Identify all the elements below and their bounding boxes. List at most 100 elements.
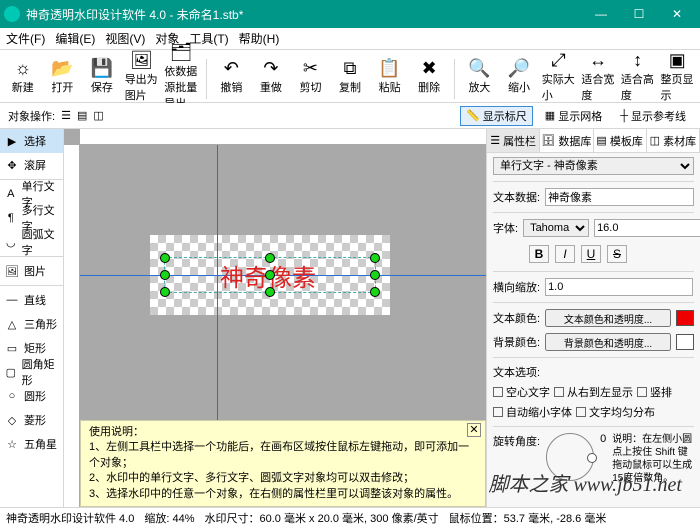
font-select[interactable]: Tahoma	[523, 219, 589, 237]
status-app: 神奇透明水印设计软件 4.0	[6, 510, 134, 526]
toggle-ruler[interactable]: 📏显示标尺	[460, 106, 533, 126]
object-ops-label: 对象操作:	[8, 108, 55, 124]
font-size-input[interactable]	[594, 219, 700, 237]
chk-evenspace[interactable]: 文字均匀分布	[576, 404, 655, 420]
tool-arc-text[interactable]: ◡圆弧文字	[0, 230, 63, 254]
handle-e[interactable]	[370, 270, 380, 280]
toolbar-依数据源批量导出[interactable]: 🗂依数据源批量导出	[164, 53, 198, 99]
toolbar-放大[interactable]: 🔍放大	[463, 53, 497, 99]
menu-file[interactable]: 文件(F)	[6, 30, 45, 47]
status-mouse: 鼠标位置：53.7 毫米, -28.6 毫米	[449, 510, 607, 526]
tool-image[interactable]: 🖼图片	[0, 259, 63, 283]
hint-line: 2、水印中的单行文字、多行文字、圆弧文字对象均可以双击修改；	[89, 471, 477, 486]
minimize-button[interactable]: —	[582, 0, 620, 28]
status-size: 水印尺寸：60.0 毫米 x 20.0 毫米, 300 像素/英寸	[205, 510, 439, 526]
panel-tabs: ☰属性栏 🗄数据库 ▤模板库 ◫素材库	[487, 129, 700, 153]
vertical-ruler	[64, 145, 80, 507]
text-color-button[interactable]: 文本颜色和透明度...	[545, 309, 671, 327]
option-bar: 对象操作: ☰ ▤ ◫ 📏显示标尺 ▦显示网格 ┼显示参考线	[0, 103, 700, 129]
status-zoom: 缩放: 44%	[144, 510, 194, 526]
text-data-input[interactable]	[545, 188, 694, 206]
textcolor-label: 文本颜色:	[493, 310, 540, 326]
align-icon[interactable]: ☰	[61, 109, 71, 122]
toolbar-整页显示[interactable]: ▣整页显示	[660, 53, 694, 99]
hint-title: 使用说明：	[89, 425, 477, 440]
chk-rtl[interactable]: 从右到左显示	[554, 384, 633, 400]
maximize-button[interactable]: ☐	[620, 0, 658, 28]
toolbar-保存[interactable]: 💾保存	[85, 53, 119, 99]
bg-color-swatch[interactable]	[676, 334, 694, 350]
left-toolbar: ▶选择 ✥滚屏 A单行文字 ¶多行文字 ◡圆弧文字 🖼图片 —直线 △三角形 ▭…	[0, 129, 64, 507]
toggle-guides[interactable]: ┼显示参考线	[614, 106, 692, 126]
tool-diamond[interactable]: ◇菱形	[0, 408, 63, 432]
toolbar-剪切[interactable]: ✂剪切	[294, 53, 328, 99]
object-kind-select[interactable]: 单行文字 - 神奇像素	[493, 157, 694, 175]
hscale-label: 横向缩放:	[493, 279, 540, 295]
handle-n[interactable]	[265, 253, 275, 263]
tool-triangle[interactable]: △三角形	[0, 312, 63, 336]
rotation-value: 0	[600, 433, 606, 445]
bg-color-button[interactable]: 背景颜色和透明度...	[545, 333, 671, 351]
titlebar: 神奇透明水印设计软件 4.0 - 未命名1.stb* — ☐ ✕	[0, 0, 700, 28]
toolbar-适合高度[interactable]: ↕适合高度	[621, 53, 655, 99]
menu-tools[interactable]: 工具(T)	[189, 30, 228, 47]
toolbar-适合宽度[interactable]: ↔适合宽度	[581, 53, 615, 99]
handle-nw[interactable]	[160, 253, 170, 263]
toolbar-导出为图片[interactable]: 🖼导出为图片	[125, 53, 159, 99]
handle-c[interactable]	[265, 270, 275, 280]
strike-button[interactable]: S	[607, 245, 627, 263]
chk-vertical[interactable]: 竖排	[637, 384, 672, 400]
menu-view[interactable]: 视图(V)	[105, 30, 145, 47]
tab-assets[interactable]: ◫素材库	[647, 129, 700, 152]
tool-star[interactable]: ☆五角星	[0, 432, 63, 456]
chk-hollow[interactable]: 空心文字	[493, 384, 550, 400]
handle-se[interactable]	[370, 287, 380, 297]
tool-line[interactable]: —直线	[0, 288, 63, 312]
rotation-dial[interactable]	[546, 433, 594, 481]
toolbar-实际大小[interactable]: ⤢实际大小	[542, 53, 576, 99]
toolbar-新建[interactable]: ☼新建	[6, 53, 40, 99]
handle-ne[interactable]	[370, 253, 380, 263]
canvas-area: 神奇像素 💡使用说明 ✕ 使用说明： 1、左侧工具栏中选择一个功能后，	[64, 129, 486, 507]
chk-autoshrink[interactable]: 自动缩小字体	[493, 404, 572, 420]
toolbar-撤销[interactable]: ↶撤销	[215, 53, 249, 99]
layer-icon[interactable]: ▤	[77, 109, 87, 122]
toolbar-复制[interactable]: ⧉复制	[333, 53, 367, 99]
textopts-label: 文本选项:	[493, 364, 694, 380]
main-toolbar: ☼新建📂打开💾保存🖼导出为图片🗂依数据源批量导出 ↶撤销↷重做✂剪切⧉复制📋粘贴✖…	[0, 50, 700, 103]
toolbar-缩小[interactable]: 🔎缩小	[502, 53, 536, 99]
bold-button[interactable]: B	[529, 245, 549, 263]
toolbar-重做[interactable]: ↷重做	[254, 53, 288, 99]
handle-w[interactable]	[160, 270, 170, 280]
toolbar-删除[interactable]: ✖删除	[412, 53, 446, 99]
toolbar-打开[interactable]: 📂打开	[46, 53, 80, 99]
text-color-swatch[interactable]	[676, 310, 694, 326]
tab-properties[interactable]: ☰属性栏	[487, 129, 540, 152]
tool-select[interactable]: ▶选择	[0, 129, 63, 153]
selection-box[interactable]	[164, 257, 376, 293]
tab-templates[interactable]: ▤模板库	[594, 129, 647, 152]
close-button[interactable]: ✕	[658, 0, 696, 28]
group-icon[interactable]: ◫	[93, 109, 103, 122]
handle-sw[interactable]	[160, 287, 170, 297]
menu-edit[interactable]: 编辑(E)	[55, 30, 95, 47]
rotation-label: 旋转角度:	[493, 433, 540, 449]
tool-circle[interactable]: ○圆形	[0, 384, 63, 408]
font-label: 字体:	[493, 220, 518, 236]
textdata-label: 文本数据:	[493, 189, 540, 205]
toggle-grid[interactable]: ▦显示网格	[539, 106, 608, 126]
italic-button[interactable]: I	[555, 245, 575, 263]
toolbar-粘贴[interactable]: 📋粘贴	[373, 53, 407, 99]
tab-database[interactable]: 🗄数据库	[540, 129, 593, 152]
handle-s[interactable]	[265, 287, 275, 297]
tool-round-rect[interactable]: ▢圆角矩形	[0, 360, 63, 384]
hint-close-button[interactable]: ✕	[467, 423, 481, 437]
underline-button[interactable]: U	[581, 245, 601, 263]
menubar: 文件(F) 编辑(E) 视图(V) 对象 工具(T) 帮助(H)	[0, 28, 700, 50]
hint-box: ✕ 使用说明： 1、左侧工具栏中选择一个功能后，在画布区域按住鼠标左键拖动，即可…	[80, 420, 486, 507]
menu-help[interactable]: 帮助(H)	[239, 30, 280, 47]
tool-scroll[interactable]: ✥滚屏	[0, 153, 63, 177]
canvas[interactable]: 神奇像素 💡使用说明 ✕ 使用说明： 1、左侧工具栏中选择一个功能后，	[80, 145, 486, 507]
hscale-input[interactable]	[545, 278, 693, 296]
status-bar: 神奇透明水印设计软件 4.0 缩放: 44% 水印尺寸：60.0 毫米 x 20…	[0, 507, 700, 527]
